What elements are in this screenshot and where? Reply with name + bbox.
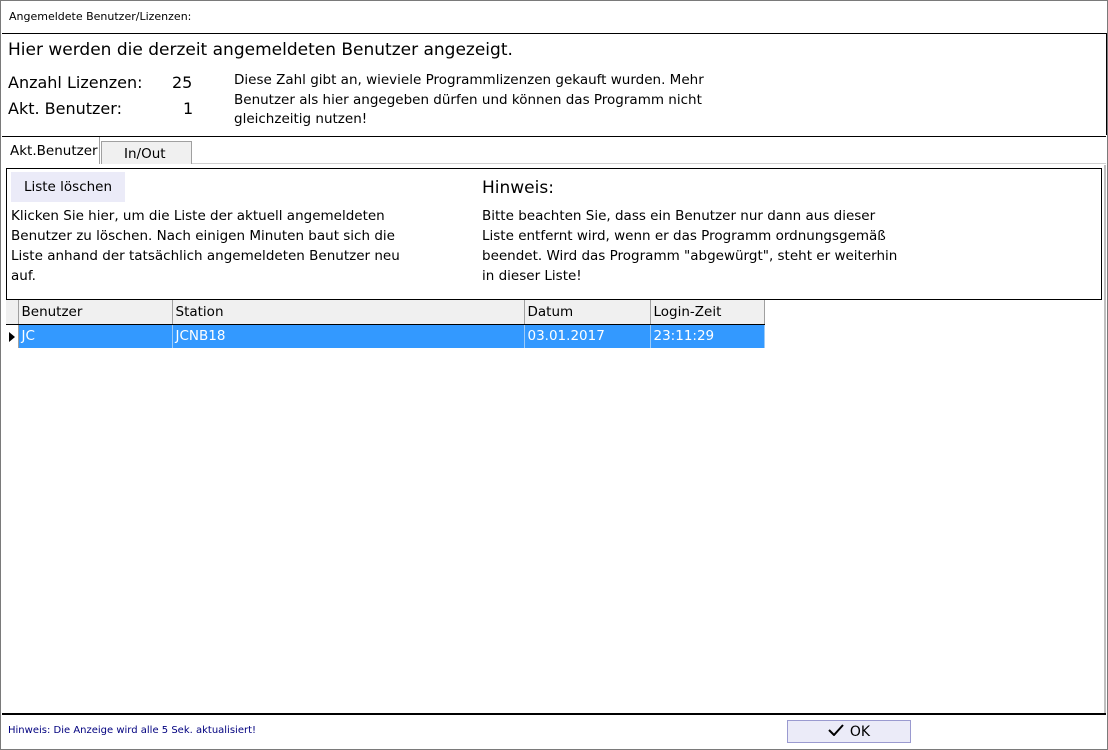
tab-label: Akt.Benutzer [10,143,98,159]
users-value: 1 [183,99,194,118]
users-label: Akt. Benutzer: [8,99,122,118]
hint-title: Hinweis: [482,178,554,198]
ok-label: OK [849,723,871,740]
tab-label: In/Out [124,146,166,162]
licenses-description: Diese Zahl gibt an, wieviele Programmliz… [234,72,704,127]
column-header-station[interactable]: Station [172,300,525,325]
license-users-window: Angemeldete Benutzer/Lizenzen: Hier werd… [0,0,1108,750]
column-header-login-zeit[interactable]: Login-Zeit [650,300,765,325]
licenses-value: 25 [172,73,193,92]
ok-button[interactable]: OK [787,720,911,743]
tab-akt-benutzer[interactable]: Akt.Benutzer [2,137,100,164]
row-indicator [6,324,19,348]
cell-station[interactable]: JCNB18 [172,324,525,348]
licenses-label: Anzahl Lizenzen: [8,73,143,92]
tab-bar: Akt.Benutzer In/Out [1,137,1107,165]
column-header-datum[interactable]: Datum [524,300,651,325]
footer-hint: Hinweis: Die Anzeige wird alle 5 Sek. ak… [8,725,257,736]
cell-datum[interactable]: 03.01.2017 [524,324,651,348]
column-header-benutzer[interactable]: Benutzer [18,300,173,325]
check-icon [828,723,844,740]
cell-benutzer[interactable]: JC [18,324,173,348]
title-bar[interactable]: Angemeldete Benutzer/Lizenzen: [1,1,1107,31]
table-row[interactable]: JC JCNB18 03.01.2017 23:11:29 [6,324,765,348]
tab-content: Liste löschen Klicken Sie hier, um die L… [2,165,1106,713]
window-title: Angemeldete Benutzer/Lizenzen: [9,10,192,23]
users-grid[interactable]: Benutzer Station Datum Login-Zeit JC JCN… [6,300,766,348]
row-indicator-header [6,300,19,325]
page-title: Hier werden die derzeit angemeldeten Ben… [8,40,513,60]
cell-login-zeit[interactable]: 23:11:29 [650,324,765,348]
footer-bar: Hinweis: Die Anzeige wird alle 5 Sek. ak… [2,713,1106,749]
info-box: Liste löschen Klicken Sie hier, um die L… [6,168,1102,300]
clear-list-button[interactable]: Liste löschen [11,172,125,202]
hint-text: Bitte beachten Sie, dass ein Benutzer nu… [482,208,898,284]
row-pointer-icon [9,331,15,342]
header-panel: Hier werden die derzeit angemeldeten Ben… [2,33,1107,137]
tab-in-out[interactable]: In/Out [101,141,192,164]
clear-list-description: Klicken Sie hier, um die Liste der aktue… [11,208,400,284]
